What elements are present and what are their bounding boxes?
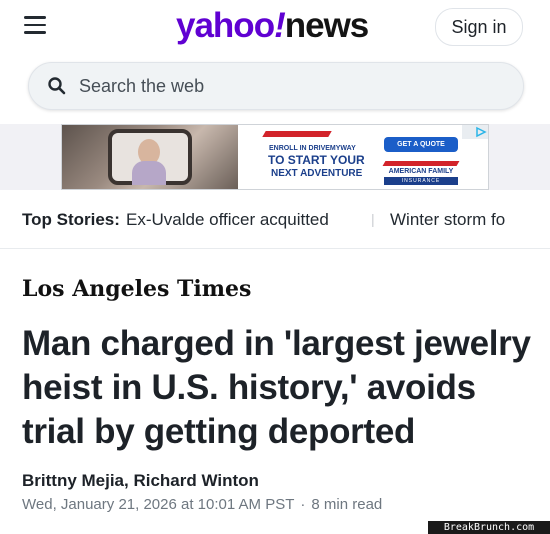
hamburger-menu-icon[interactable] xyxy=(24,16,46,36)
site-header: yahoo!news Sign in xyxy=(0,0,550,124)
scroll-fade xyxy=(510,190,550,248)
ad-line1: ENROLL IN DRIVEMYWAY xyxy=(269,145,356,152)
article-authors: Brittny Mejia, Richard Winton xyxy=(22,471,259,490)
top-stories-bar: Top Stories: Ex-Uvalde officer acquitted… xyxy=(0,190,550,249)
logo-news-text: news xyxy=(284,6,370,45)
article-date: Wed, January 21, 2026 at 10:01 AM PST xyxy=(22,496,295,513)
watermark: BreakBrunch.com xyxy=(428,521,550,534)
article-read-time: 8 min read xyxy=(311,496,383,513)
top-stories-label: Top Stories: xyxy=(22,210,120,229)
adchoices-triangle-icon xyxy=(476,126,487,138)
meta-separator: · xyxy=(300,496,306,513)
logo-bang-text: ! xyxy=(274,6,286,45)
search-icon xyxy=(48,77,66,95)
ad-line2: TO START YOUR xyxy=(268,154,365,166)
top-story-link[interactable]: Winter storm fo xyxy=(390,210,505,230)
sign-in-button[interactable]: Sign in xyxy=(435,8,523,46)
adchoices-icon[interactable] xyxy=(462,125,488,139)
search-input[interactable] xyxy=(77,74,481,98)
top-stories-separator: | xyxy=(371,211,375,227)
advertisement-banner[interactable]: ENROLL IN DRIVEMYWAY TO START YOUR NEXT … xyxy=(61,124,489,190)
ad-brand-roof-graphic xyxy=(382,161,460,166)
ad-photo-child-body xyxy=(132,161,166,185)
publisher-logo[interactable]: Los Angeles Times xyxy=(22,276,251,302)
ad-line3: NEXT ADVENTURE xyxy=(271,168,363,179)
ad-get-quote-button[interactable]: GET A QUOTE xyxy=(384,137,458,152)
article-meta: Wed, January 21, 2026 at 10:01 AM PST · 8 … xyxy=(22,496,382,513)
search-bar[interactable] xyxy=(28,62,524,110)
article-headline: Man charged in 'largest jewelry heist in… xyxy=(22,324,531,451)
top-story-link[interactable]: Ex-Uvalde officer acquitted xyxy=(126,210,329,230)
ad-brand: AMERICAN FAMILY xyxy=(388,168,454,175)
logo-yahoo-text: yahoo xyxy=(176,6,275,45)
ad-brand-sub: INSURANCE xyxy=(384,177,458,185)
yahoo-news-logo[interactable]: yahoo!news xyxy=(176,6,370,50)
ad-line2a: TO START YOUR xyxy=(268,153,365,167)
ad-roof-graphic xyxy=(262,131,332,137)
